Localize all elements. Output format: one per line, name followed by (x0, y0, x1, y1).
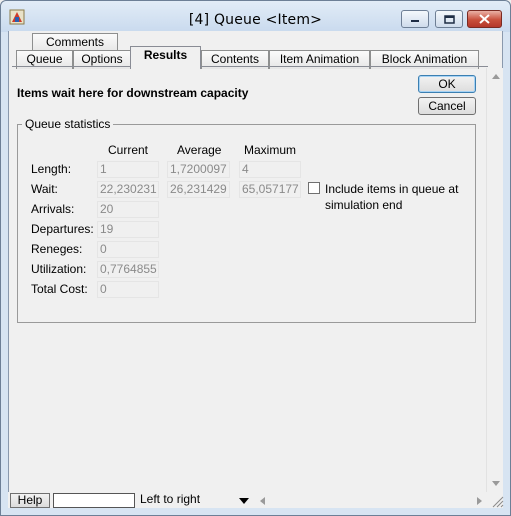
departures-label: Departures: (31, 222, 94, 236)
arrivals-current-field: 20 (97, 201, 159, 218)
total-cost-label: Total Cost: (31, 282, 88, 296)
scroll-right-arrow-icon[interactable] (477, 497, 482, 505)
minimize-icon (411, 20, 419, 22)
tab-divider (12, 66, 488, 67)
scroll-down-arrow-icon (491, 481, 500, 486)
window-title: [4] Queue <Item> (188, 12, 323, 28)
close-icon (479, 14, 490, 24)
tab-results[interactable]: Results (130, 46, 201, 69)
scroll-left-arrow-icon[interactable] (260, 497, 265, 505)
reneges-label: Reneges: (31, 242, 83, 256)
maximize-icon (443, 14, 455, 24)
utilization-label: Utilization: (31, 262, 87, 276)
wait-average-field: 26,231429 (167, 181, 230, 198)
total-cost-current-field: 0 (97, 281, 159, 298)
wait-label: Wait: (31, 182, 58, 196)
horizontal-scrollbar[interactable] (255, 493, 487, 508)
dropdown-arrow-icon (239, 498, 249, 504)
minimize-button[interactable] (401, 10, 429, 28)
reneges-current-field: 0 (97, 241, 159, 258)
departures-current-field: 19 (97, 221, 159, 238)
length-current-field: 1 (97, 161, 159, 178)
scroll-down-button[interactable] (487, 475, 504, 492)
scroll-up-arrow-icon (491, 74, 500, 79)
include-items-label[interactable]: Include items in queue at simulation end (325, 181, 465, 213)
title-bar[interactable]: [4] Queue <Item> (1, 1, 510, 32)
status-field[interactable] (53, 493, 135, 508)
wait-current-field: 22,230231 (97, 181, 159, 198)
column-header-average: Average (177, 143, 222, 157)
resize-grip-icon[interactable] (488, 492, 504, 508)
column-header-current: Current (108, 143, 149, 157)
page-heading: Items wait here for downstream capacity (17, 86, 249, 100)
group-title: Queue statistics (22, 117, 114, 131)
close-button[interactable] (467, 10, 502, 28)
cancel-button[interactable]: Cancel (418, 97, 476, 115)
wait-maximum-field: 65,057177 (239, 181, 301, 198)
vertical-scrollbar[interactable] (486, 68, 503, 492)
direction-dropdown[interactable]: Left to right (137, 493, 253, 508)
ok-button[interactable]: OK (418, 75, 476, 93)
length-maximum-field: 4 (239, 161, 301, 178)
utilization-current-field: 0,7764855 (97, 261, 159, 278)
length-label: Length: (31, 162, 72, 176)
include-items-checkbox[interactable] (308, 182, 320, 194)
scroll-up-button[interactable] (487, 68, 504, 85)
help-button[interactable]: Help (10, 493, 50, 508)
length-average-field: 1,7200097 (167, 161, 230, 178)
arrivals-label: Arrivals: (31, 202, 75, 216)
direction-dropdown-value: Left to right (140, 492, 201, 506)
maximize-button[interactable] (435, 10, 463, 28)
column-header-maximum: Maximum (244, 143, 297, 157)
